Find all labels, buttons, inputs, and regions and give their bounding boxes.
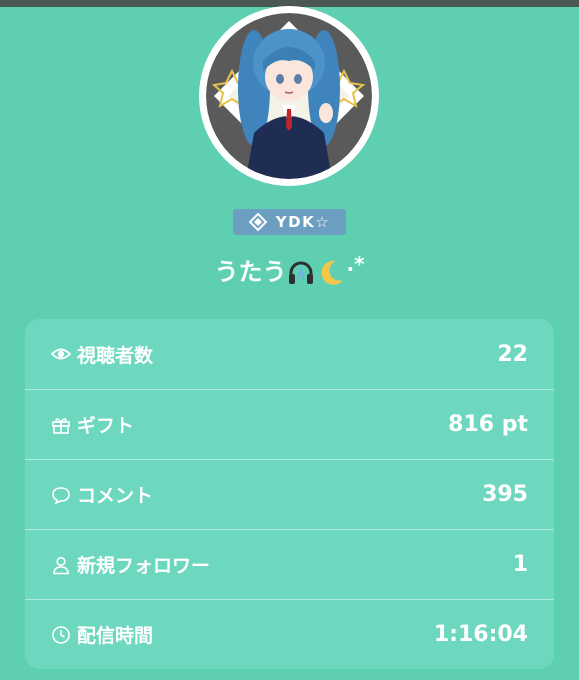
stat-label: ギフト [77,415,135,437]
status-message: うたう .* [0,247,579,289]
stat-label: 視聴者数 [77,344,154,367]
stat-label: コメント [77,485,154,507]
stat-value: 1:16:04 [433,622,528,647]
diamond-icon [248,213,267,231]
stat-label: 新規フォロワー [77,555,211,577]
stat-row-stream-duration: 配信時間 1:16:04 [25,599,554,669]
stat-row-comments: コメント 395 [25,459,554,529]
avatar[interactable] [199,6,379,186]
eye-icon [51,348,71,360]
stat-label: 配信時間 [77,625,154,647]
clock-icon [52,625,70,644]
stat-value: 22 [497,341,528,367]
speech-bubble-icon [52,486,70,504]
status-text: うたう [214,258,287,286]
stat-row-gifts: ギフト 816 pt [25,389,554,459]
person-icon [53,556,69,574]
stat-row-new-followers: 新規フォロワー 1 [25,529,554,599]
gift-icon [52,417,70,434]
user-tag-badge: YDK☆ [233,209,346,235]
stat-value: 816 pt [448,412,528,437]
crescent-moon-icon [321,260,344,285]
status-suffix: .* [346,252,365,276]
headphones-icon [289,261,314,284]
stat-value: 395 [482,482,528,507]
stream-stats-card: 視聴者数 22 ギフト 816 pt コメント 395 新規フォロワー 1 配信… [25,319,554,669]
stat-row-viewers: 視聴者数 22 [25,319,554,389]
tag-label: YDK☆ [275,213,331,231]
avatar-illustration [206,13,372,179]
stat-value: 1 [512,552,528,577]
